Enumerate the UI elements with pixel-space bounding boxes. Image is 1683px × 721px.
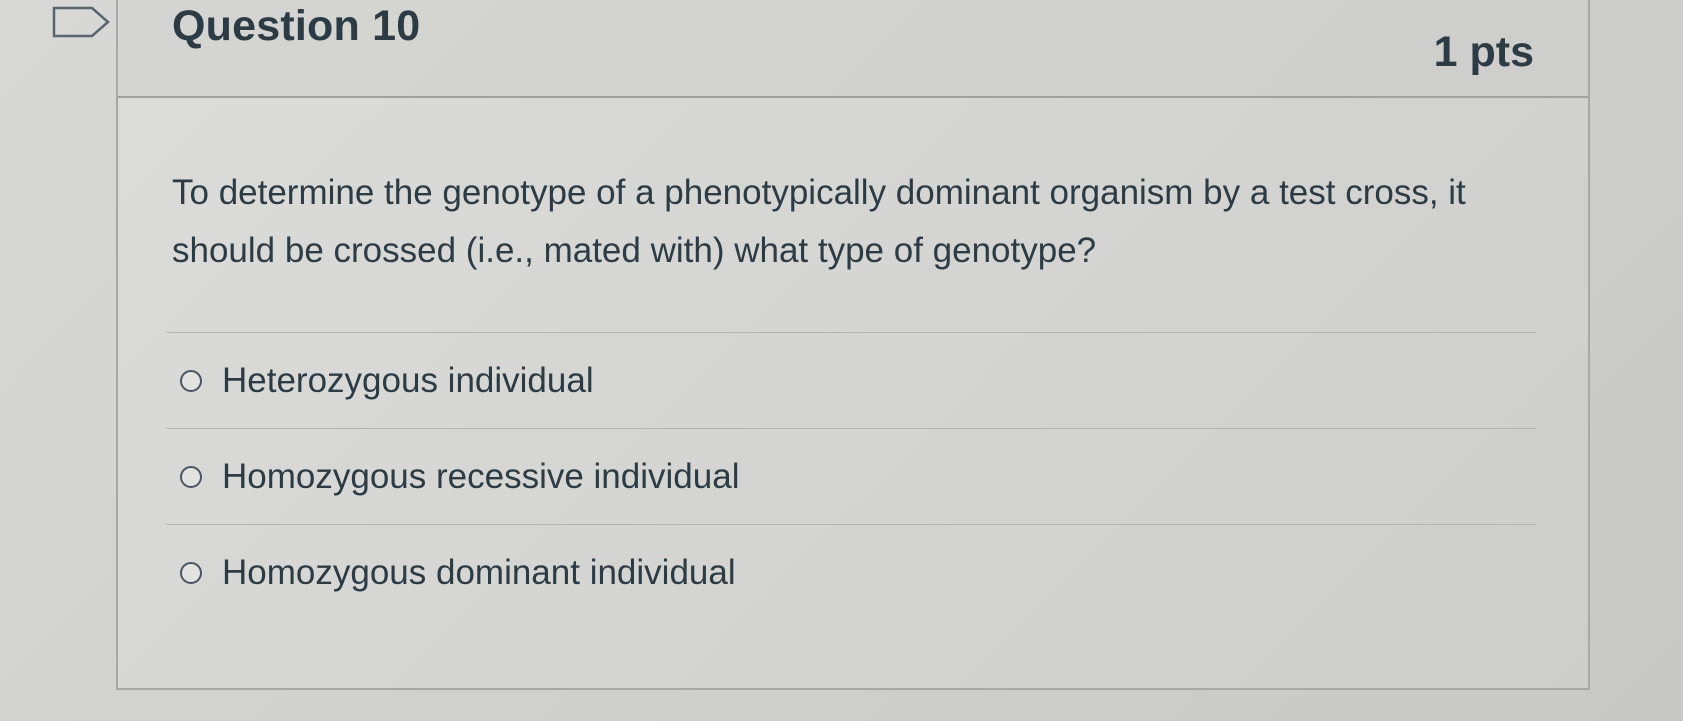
- answer-label[interactable]: Heterozygous individual: [222, 361, 594, 401]
- answer-option[interactable]: Homozygous recessive individual: [166, 428, 1536, 524]
- flag-question-icon[interactable]: [52, 6, 112, 38]
- answer-label[interactable]: Homozygous recessive individual: [222, 457, 739, 497]
- answer-option[interactable]: Homozygous dominant individual: [166, 524, 1536, 620]
- question-title: Question 10: [172, 2, 421, 50]
- question-points: 1 pts: [1433, 28, 1534, 76]
- radio-button[interactable]: [180, 561, 202, 584]
- answer-option[interactable]: Heterozygous individual: [166, 332, 1536, 428]
- question-text: To determine the genotype of a phenotypi…: [172, 173, 1466, 270]
- question-header: Question 10 1 pts: [118, 0, 1588, 98]
- radio-button[interactable]: [180, 369, 202, 392]
- answer-label[interactable]: Homozygous dominant individual: [222, 553, 736, 593]
- quiz-page: Question 10 1 pts To determine the genot…: [0, 0, 1683, 721]
- radio-button[interactable]: [180, 465, 202, 488]
- answer-list: Heterozygous individual Homozygous reces…: [166, 332, 1536, 620]
- question-card: Question 10 1 pts To determine the genot…: [116, 0, 1590, 690]
